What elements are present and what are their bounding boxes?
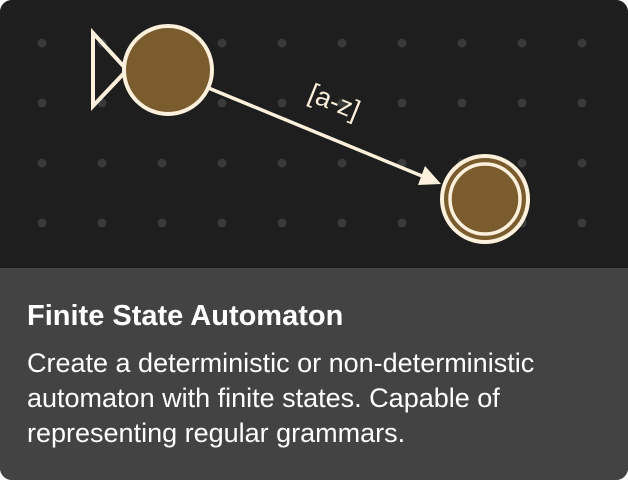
automaton-type-card[interactable]: [a-z] Finite State Automaton Create a de… [0, 0, 628, 480]
card-title: Finite State Automaton [27, 300, 344, 332]
accepting-state [440, 154, 530, 244]
automaton-diagram: [a-z] [37, 24, 587, 244]
card-description: Create a deterministic or non-determinis… [27, 348, 535, 448]
initial-state [122, 24, 214, 116]
automaton-preview: [a-z] [0, 0, 628, 268]
transition-label: [a-z] [304, 78, 364, 125]
